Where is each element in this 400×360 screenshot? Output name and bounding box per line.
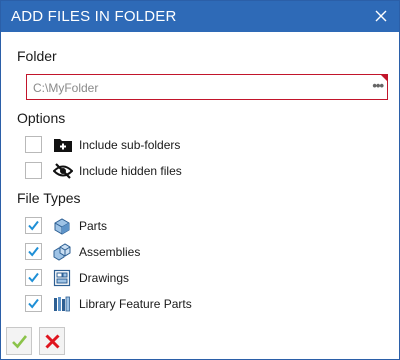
ok-button[interactable]: [6, 327, 32, 355]
filetype-drawings[interactable]: Drawings: [25, 268, 365, 288]
filetype-parts[interactable]: Parts: [25, 216, 365, 236]
add-files-dialog: ADD FILES IN FOLDER Folder ••• Options I…: [0, 0, 400, 360]
filetype-assemblies[interactable]: Assemblies: [25, 242, 365, 262]
assemblies-label: Assemblies: [79, 245, 141, 259]
cancel-button[interactable]: [39, 327, 65, 355]
file-types-label: File Types: [17, 190, 81, 206]
drawing-icon: [53, 269, 71, 287]
include-hidden-checkbox[interactable]: [25, 162, 42, 179]
dialog-title: ADD FILES IN FOLDER: [11, 8, 177, 25]
filetype-library-feature-parts[interactable]: Library Feature Parts: [25, 294, 365, 314]
library-feature-parts-checkbox[interactable]: [25, 295, 42, 312]
parts-checkbox[interactable]: [25, 217, 42, 234]
include-subfolders-label: Include sub-folders: [79, 138, 181, 152]
assemblies-checkbox[interactable]: [25, 243, 42, 260]
parts-label: Parts: [79, 219, 108, 233]
drawings-checkbox[interactable]: [25, 269, 42, 286]
close-icon[interactable]: [373, 8, 389, 24]
required-indicator: [381, 75, 387, 81]
assembly-icon: [53, 243, 71, 261]
drawings-label: Drawings: [79, 271, 130, 285]
library-feature-part-icon: [53, 295, 71, 313]
hidden-eye-icon: [53, 162, 73, 180]
part-icon: [53, 217, 71, 235]
checkmark-icon: [12, 335, 28, 349]
library-feature-parts-label: Library Feature Parts: [79, 297, 192, 311]
add-folder-icon: [53, 136, 72, 154]
include-hidden-label: Include hidden files: [79, 164, 182, 178]
folder-label: Folder: [17, 48, 57, 64]
include-subfolders-checkbox[interactable]: [25, 136, 42, 153]
options-label: Options: [17, 110, 66, 126]
folder-field[interactable]: •••: [26, 74, 388, 100]
close-red-icon: [45, 334, 60, 349]
option-include-subfolders[interactable]: Include sub-folders: [25, 135, 365, 155]
title-bar: ADD FILES IN FOLDER: [1, 1, 399, 32]
folder-path-input[interactable]: [33, 79, 353, 96]
option-include-hidden[interactable]: Include hidden files: [25, 161, 365, 181]
